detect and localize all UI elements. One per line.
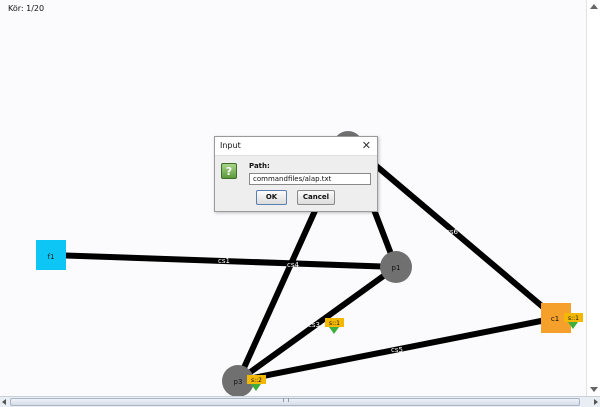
scroll-down-icon[interactable] (590, 387, 598, 392)
scroll-left-icon[interactable] (2, 399, 6, 405)
path-input[interactable]: commandfiles/alap.txt (249, 173, 371, 185)
close-icon[interactable]: ✕ (362, 139, 371, 153)
node-p1-label: p1 (392, 264, 401, 272)
round-counter: Kör: 1/20 (8, 4, 45, 13)
node-f1-label: f1 (48, 253, 55, 261)
edge-label-cs6: cs6 (446, 228, 458, 236)
edge-label-cs5: cs5 (391, 346, 403, 354)
scroll-right-icon[interactable] (594, 399, 598, 405)
path-label: Path: (249, 162, 270, 170)
ok-button[interactable]: OK (256, 190, 287, 205)
cancel-button[interactable]: Cancel (297, 190, 335, 205)
tag-cs3-text: s::1 (329, 320, 340, 327)
tag-cs3-marker-icon (329, 327, 339, 334)
vertical-scrollbar[interactable] (586, 0, 600, 396)
tag-p3-text: s::2 (251, 377, 262, 384)
node-c1-label: c1 (551, 315, 559, 323)
scroll-grip-icon (283, 398, 289, 402)
edge-label-cs3: cs3 (308, 321, 320, 329)
dialog-title: Input (220, 141, 241, 150)
question-icon: ? (221, 163, 237, 179)
edge-label-cs4: cs4 (287, 261, 299, 269)
tag-c1-text: s::1 (568, 315, 579, 322)
edge-label-cs1: cs1 (218, 257, 230, 265)
horizontal-scrollbar[interactable] (0, 396, 600, 407)
dialog-titlebar[interactable]: Input ✕ (215, 137, 377, 156)
horizontal-scroll-thumb[interactable] (10, 398, 580, 406)
node-p3-label: p3 (234, 378, 243, 386)
input-dialog: Input ✕ ? Path: commandfiles/alap.txt OK… (214, 136, 378, 212)
scroll-up-icon[interactable] (590, 4, 598, 9)
